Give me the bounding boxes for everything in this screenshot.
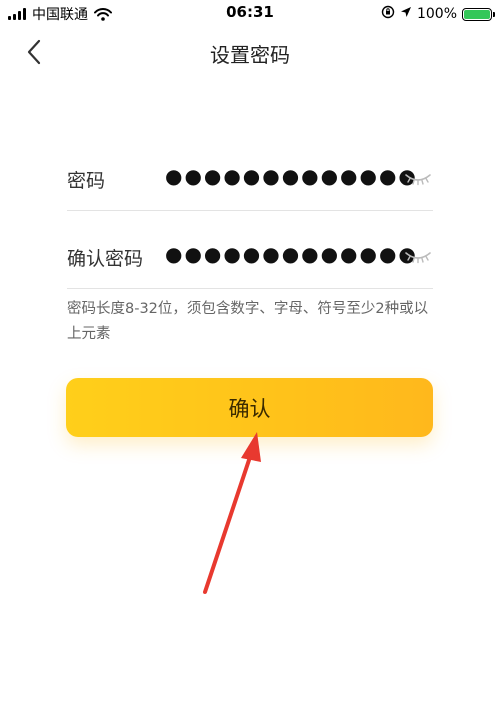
signal-icon bbox=[8, 8, 26, 20]
page-title: 设置密码 bbox=[210, 43, 290, 67]
password-input[interactable]: ●●●●●●●●●●●●● bbox=[165, 164, 418, 188]
wifi-icon bbox=[94, 7, 112, 21]
eye-closed-icon[interactable] bbox=[403, 168, 433, 190]
back-button[interactable] bbox=[18, 36, 50, 68]
eye-closed-icon[interactable] bbox=[403, 246, 433, 268]
password-label: 密码 bbox=[67, 170, 106, 192]
battery-charging-icon bbox=[462, 7, 495, 21]
password-hint: 密码长度8-32位，须包含数字、字母、符号至少2种或以上元素 bbox=[67, 301, 429, 342]
password-row: 密码 ●●●●●●●●●●●●● bbox=[67, 150, 433, 211]
location-icon bbox=[400, 6, 412, 22]
confirm-password-input[interactable]: ●●●●●●●●●●●●● bbox=[165, 242, 418, 266]
nav-bar: 设置密码 bbox=[0, 28, 500, 76]
chevron-left-icon bbox=[27, 39, 41, 65]
status-bar: 中国联通 06:31 100% bbox=[0, 0, 500, 28]
confirm-button[interactable]: 确认 bbox=[66, 378, 433, 437]
confirm-button-label: 确认 bbox=[228, 396, 271, 421]
confirm-password-label: 确认密码 bbox=[67, 248, 144, 270]
carrier-name: 中国联通 bbox=[32, 7, 88, 23]
status-bar-left: 中国联通 bbox=[8, 4, 112, 24]
orientation-lock-icon bbox=[381, 5, 395, 23]
confirm-password-row: 确认密码 ●●●●●●●●●●●●● bbox=[67, 228, 433, 289]
status-bar-right: 100% bbox=[381, 4, 495, 24]
annotation-arrow bbox=[203, 432, 261, 594]
battery-percent: 100% bbox=[416, 6, 457, 22]
